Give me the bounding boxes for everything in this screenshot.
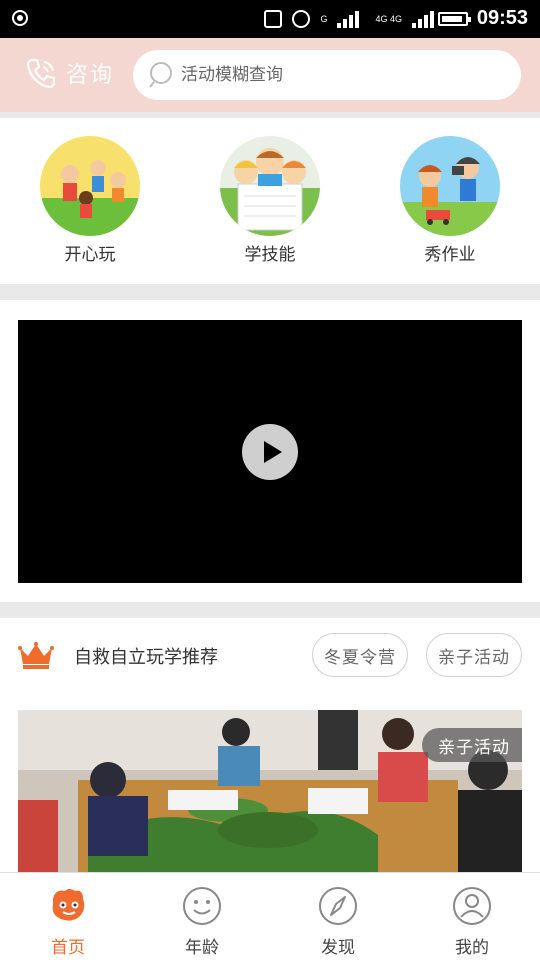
search-input[interactable] [181, 65, 501, 85]
nav-age[interactable]: 年龄 [152, 885, 252, 958]
search-bar[interactable] [133, 50, 521, 100]
nav-label: 首页 [51, 938, 85, 958]
category-play[interactable]: 开心玩 [30, 136, 150, 265]
activity-photo-card[interactable]: 亲子活动 [18, 710, 522, 873]
alarm-icon [292, 10, 311, 28]
clock-time: 09:53 [476, 7, 528, 29]
search-icon [149, 62, 172, 88]
consult-label: 咨询 [66, 63, 115, 88]
consult-button[interactable]: 咨询 [24, 56, 114, 90]
smiley-face-icon [183, 887, 221, 925]
home-mascot-icon [52, 889, 85, 921]
app-header: 咨询 [0, 38, 540, 112]
category-label: 秀作业 [424, 245, 476, 265]
category-row: 开心玩 学技能 秀作业 [0, 118, 540, 284]
nav-label: 发现 [321, 938, 355, 958]
location-icon [264, 10, 283, 28]
category-homework[interactable]: 秀作业 [390, 136, 510, 265]
status-bar: G 4G 4G 09:53 [0, 0, 540, 38]
nav-home[interactable]: 首页 [18, 885, 118, 958]
divider [0, 602, 540, 618]
video-player[interactable] [18, 320, 522, 583]
recommendation-header: 自救自立玩学推荐 冬夏令营 亲子活动 [0, 620, 540, 690]
tag-family-button[interactable]: 亲子活动 [426, 633, 522, 677]
play-kids-icon [40, 136, 140, 236]
category-label: 学技能 [244, 245, 296, 265]
photo-category-badge: 亲子活动 [422, 728, 522, 762]
tag-camp-button[interactable]: 冬夏令营 [312, 633, 408, 677]
signal-icon [337, 10, 365, 28]
nav-label: 我的 [455, 938, 489, 958]
category-label: 开心玩 [64, 245, 116, 265]
user-profile-icon [453, 887, 491, 925]
bottom-navigation: 首页 年龄 发现 我的 [0, 872, 540, 960]
learn-skills-icon [220, 136, 320, 236]
status-icons: G 4G 4G [264, 8, 440, 30]
nav-discover[interactable]: 发现 [288, 885, 388, 958]
network-type-1: G [320, 13, 328, 24]
phone-icon [26, 58, 56, 89]
category-skills[interactable]: 学技能 [210, 136, 330, 265]
recommendation-title: 自救自立玩学推荐 [74, 647, 218, 668]
nav-mine[interactable]: 我的 [422, 885, 522, 958]
play-icon[interactable] [242, 424, 298, 480]
signal-icon-2 [412, 10, 440, 28]
divider [0, 284, 540, 300]
network-type-2: 4G 4G [375, 13, 402, 24]
battery-icon [438, 12, 471, 26]
compass-icon [319, 887, 357, 925]
show-homework-icon [400, 136, 500, 236]
notification-dot-icon [12, 10, 28, 26]
nav-label: 年龄 [185, 938, 219, 958]
crown-icon [18, 642, 54, 669]
